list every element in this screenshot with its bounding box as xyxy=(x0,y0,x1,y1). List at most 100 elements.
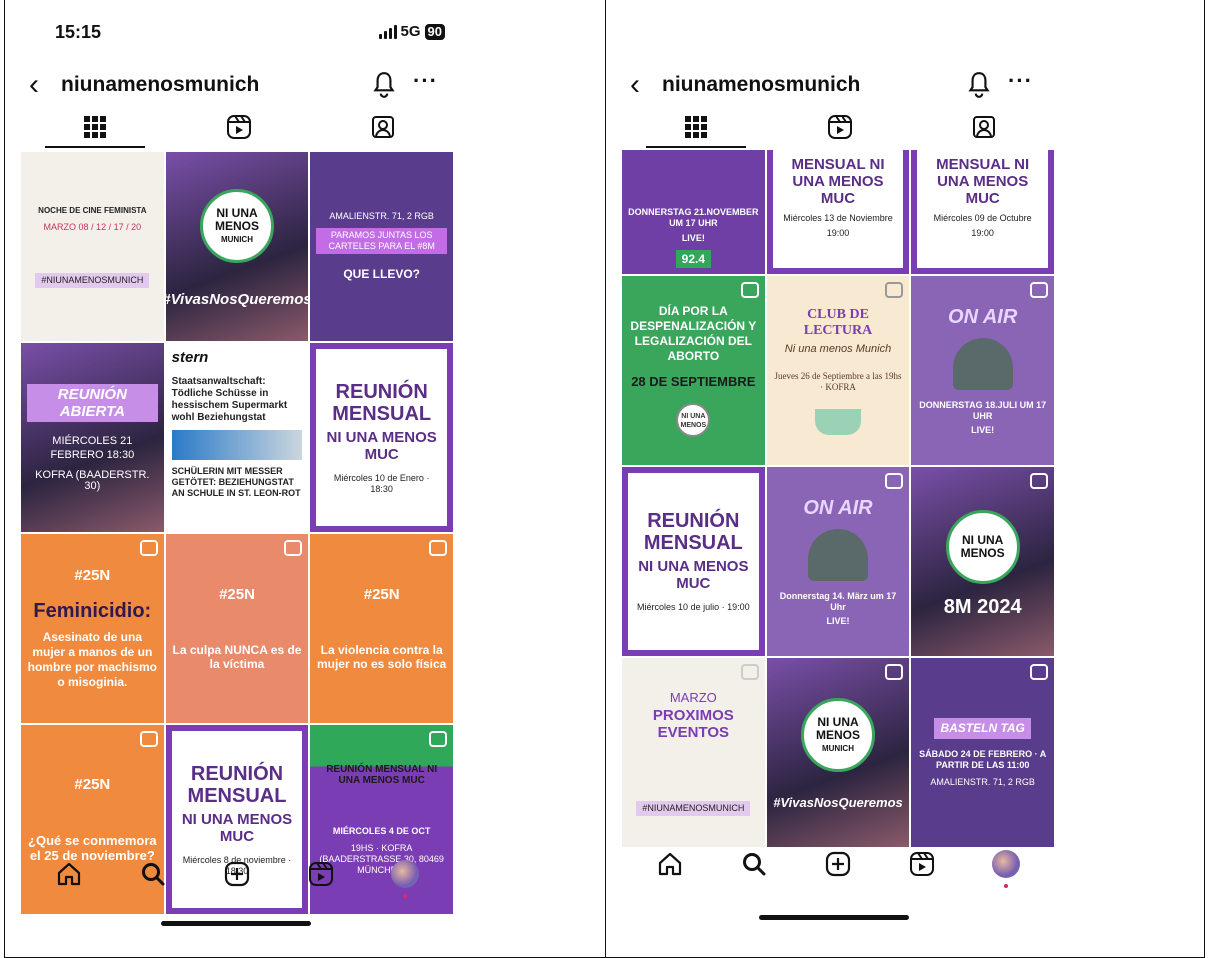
post-tile[interactable]: #25N Feminicidio: Asesinato de una mujer… xyxy=(21,534,164,723)
right-screenshot: ‹ niunamenosmunich ··· DONNERSTAG 21.NOV… xyxy=(605,0,1205,958)
post-tile[interactable]: DÍA POR LA DESPENALIZACIÓN Y LEGALIZACIÓ… xyxy=(622,276,765,465)
tab-grid[interactable] xyxy=(626,108,766,148)
nav-reels[interactable] xyxy=(301,854,341,894)
post-title: #25N xyxy=(74,567,111,584)
plus-icon xyxy=(224,861,250,887)
post-title: BASTELN TAG xyxy=(934,717,1031,739)
post-title: AMALIENSTR. 71, 2 RGB xyxy=(329,210,434,221)
post-subtitle: La culpa NUNCA es de la víctima xyxy=(172,643,302,671)
profile-tabs xyxy=(21,108,589,148)
tab-tagged[interactable] xyxy=(914,108,1054,146)
post-tile[interactable]: AMALIENSTR. 71, 2 RGB PARAMOS JUNTAS LOS… xyxy=(310,152,453,341)
post-tag: Jueves 26 de Septiembre a las 19hs · KOF… xyxy=(774,370,902,392)
calendar-icon xyxy=(885,473,904,489)
nav-home[interactable] xyxy=(49,854,89,894)
profile-tabs xyxy=(622,108,1188,148)
post-tile[interactable]: NI UNA MENOS 8M 2024 xyxy=(911,467,1054,656)
tab-reels[interactable] xyxy=(770,108,910,146)
avatar xyxy=(992,850,1020,878)
post-subtitle: Donnerstag 14. März um 17 Uhr xyxy=(779,590,897,612)
logo-subtext: MUNICH xyxy=(821,743,854,753)
post-tile[interactable]: NI UNA MENOS MUNICH #VivasNosQueremos xyxy=(165,152,309,341)
logo-subtext: MUNICH xyxy=(220,234,253,244)
bell-icon[interactable] xyxy=(371,70,397,100)
post-tag: Asesinato de una mujer a manos de un hom… xyxy=(27,630,157,689)
back-icon[interactable]: ‹ xyxy=(29,70,39,100)
post-tile[interactable]: MENSUAL NI UNA MENOS MUC Miércoles 09 de… xyxy=(911,150,1054,274)
post-tag: LIVE! xyxy=(826,615,850,626)
post-subtitle: Ni una menos Munich xyxy=(784,342,892,355)
post-title: #25N xyxy=(363,586,400,603)
post-title: REUNIÓN MENSUAL xyxy=(187,762,287,807)
post-tag: AMALIENSTR. 71, 2 RGB xyxy=(930,776,1035,787)
niu-logo: NI UNA MENOS MUNICH xyxy=(199,189,274,263)
nav-profile[interactable] xyxy=(385,854,425,894)
reel-icon xyxy=(1030,473,1048,489)
post-title: REUNIÓN MENSUAL NI UNA MENOS MUC xyxy=(326,763,438,786)
search-icon xyxy=(743,853,766,876)
reels-icon xyxy=(910,852,934,876)
post-title: MARZO xyxy=(669,689,717,705)
carousel-icon xyxy=(429,731,447,747)
reels-icon xyxy=(828,115,852,139)
calendar-icon xyxy=(1030,282,1048,298)
tab-tagged[interactable] xyxy=(313,108,453,146)
nav-search[interactable] xyxy=(734,844,774,884)
post-subtitle: PROXIMOS EVENTOS xyxy=(652,706,734,741)
niu-logo: NI UNA MENOS xyxy=(676,403,711,437)
post-tile[interactable]: stern Staatsanwaltschaft: Tödliche Schüs… xyxy=(165,343,309,532)
post-tile[interactable]: REUNIÓN MENSUAL NI UNA MENOS MUC Miércol… xyxy=(310,343,453,532)
nav-reels[interactable] xyxy=(902,844,942,884)
profile-username: niunamenosmunich xyxy=(662,73,861,96)
post-subtitle: PARAMOS JUNTAS LOS CARTELES PARA EL #8M xyxy=(316,227,447,254)
nav-home[interactable] xyxy=(650,844,690,884)
post-subtitle: Miércoles 13 de Noviembre xyxy=(783,213,893,223)
more-options-icon[interactable]: ··· xyxy=(1008,68,1033,94)
home-indicator xyxy=(759,915,909,920)
post-title: NOCHE DE CINE FEMINISTA xyxy=(38,205,147,215)
network-label: 5G xyxy=(400,23,421,40)
tab-grid[interactable] xyxy=(25,108,165,148)
more-options-icon[interactable]: ··· xyxy=(413,68,438,94)
calendar-icon xyxy=(885,282,904,298)
post-tile[interactable]: #25N La violencia contra la mujer no es … xyxy=(310,534,453,723)
post-tile[interactable]: NI UNA MENOS MUNICH #VivasNosQueremos xyxy=(766,658,910,847)
post-tile[interactable]: MENSUAL NI UNA MENOS MUC Miércoles 13 de… xyxy=(766,150,910,274)
back-icon[interactable]: ‹ xyxy=(630,70,640,100)
left-screenshot: 15:15 5G 90 ‹ niunamenosmunich ··· NOCHE… xyxy=(4,0,605,958)
post-tile[interactable]: #25N La culpa NUNCA es de la víctima xyxy=(165,534,309,723)
post-title: stern xyxy=(171,349,209,366)
tagged-icon xyxy=(372,116,394,138)
post-tile[interactable]: NOCHE DE CINE FEMINISTA MARZO 08 / 12 / … xyxy=(21,152,164,341)
posts-grid: NOCHE DE CINE FEMINISTA MARZO 08 / 12 / … xyxy=(21,152,453,914)
post-tile[interactable]: CLUB DE LECTURA Ni una menos Munich Juev… xyxy=(766,276,910,465)
post-tile[interactable]: REUNIÓN MENSUAL NI UNA MENOS MUC Miércol… xyxy=(622,467,765,656)
bell-icon[interactable] xyxy=(966,70,992,100)
post-title: REUNIÓN MENSUAL xyxy=(332,380,432,425)
post-title: CLUB DE LECTURA xyxy=(803,306,873,338)
tab-reels[interactable] xyxy=(169,108,309,146)
post-tile[interactable]: BASTELN TAG SÁBADO 24 DE FEBRERO · A PAR… xyxy=(911,658,1054,847)
post-title: MENSUAL NI UNA MENOS MUC xyxy=(936,156,1030,207)
post-subtitle: La violencia contra la mujer no es solo … xyxy=(316,643,447,671)
logo-text: NI UNA MENOS xyxy=(815,714,860,742)
nav-create[interactable] xyxy=(818,844,858,884)
nav-search[interactable] xyxy=(133,854,173,894)
post-tile[interactable]: MARZO PROXIMOS EVENTOS #NIUNAMENOSMUNICH xyxy=(622,658,765,847)
nav-profile[interactable] xyxy=(986,844,1026,884)
post-tile[interactable]: REUNIÓN ABIERTA MIÉRCOLES 21 FEBRERO 18:… xyxy=(21,343,164,532)
plus-icon xyxy=(825,851,851,877)
nav-create[interactable] xyxy=(217,854,257,894)
carousel-icon xyxy=(740,282,759,298)
post-tile[interactable]: DONNERSTAG 21.NOVEMBER UM 17 UHR LIVE! 9… xyxy=(622,150,765,274)
home-icon xyxy=(658,852,682,876)
teacup-illustration xyxy=(814,408,861,435)
post-tile[interactable]: ON AIR Donnerstag 14. März um 17 Uhr LIV… xyxy=(766,467,910,656)
post-tile[interactable]: ON AIR DONNERSTAG 18.JULI UM 17 UHR LIVE… xyxy=(911,276,1054,465)
post-subtitle: Miércoles 09 de Octubre xyxy=(933,213,1032,223)
logo-text: NI UNA MENOS xyxy=(214,205,259,233)
post-tag: Miércoles 10 de julio · 19:00 xyxy=(637,602,750,612)
post-subtitle: 28 DE SEPTIEMBRE xyxy=(631,374,756,389)
post-subtitle: NI UNA MENOS MUC xyxy=(326,428,437,463)
grid-icon xyxy=(685,116,707,138)
